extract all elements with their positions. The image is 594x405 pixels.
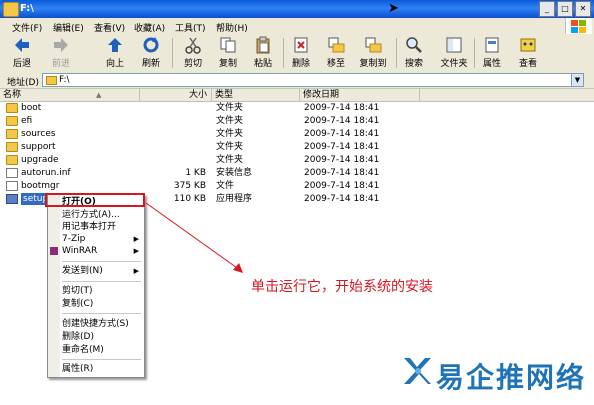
watermark-logo-icon (402, 354, 432, 388)
annotation-text: 单击运行它，开始系统的安装 (251, 279, 433, 295)
watermark-text: 易企推网络 (436, 361, 587, 394)
annotation-arrow (145, 202, 243, 273)
